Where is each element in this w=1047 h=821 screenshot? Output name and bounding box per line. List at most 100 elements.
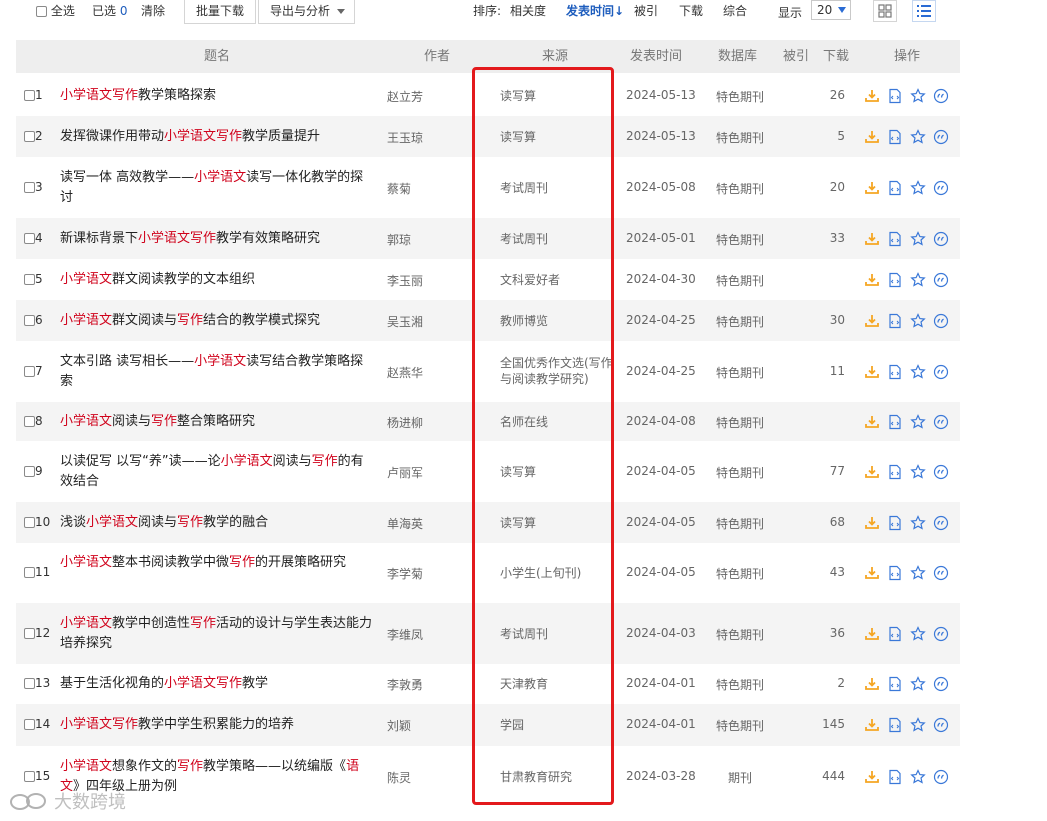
cite-quote-icon[interactable]	[933, 129, 949, 145]
source-link[interactable]: 学园	[500, 717, 616, 733]
cite-quote-icon[interactable]	[933, 676, 949, 692]
html-read-icon[interactable]	[887, 676, 903, 692]
result-title-link[interactable]: 发挥微课作用带动小学语文写作教学质量提升	[60, 127, 375, 147]
author-link[interactable]: 李敦勇	[387, 676, 423, 693]
star-favorite-icon[interactable]	[910, 87, 926, 104]
result-title-link[interactable]: 浅谈小学语文阅读与写作教学的融合	[60, 513, 375, 533]
row-checkbox[interactable]	[24, 678, 35, 689]
html-read-icon[interactable]	[887, 88, 903, 104]
download-icon[interactable]	[864, 313, 880, 329]
star-favorite-icon[interactable]	[910, 768, 926, 785]
download-icon[interactable]	[864, 464, 880, 480]
result-title-link[interactable]: 小学语文群文阅读教学的文本组织	[60, 270, 375, 290]
sort-date[interactable]: 发表时间↓	[566, 0, 624, 24]
source-link[interactable]: 考试周刊	[500, 231, 616, 247]
page-size-select[interactable]: 20	[811, 0, 851, 20]
download-icon[interactable]	[864, 769, 880, 785]
row-number[interactable]: 10	[24, 515, 50, 529]
download-icon[interactable]	[864, 88, 880, 104]
author-link[interactable]: 李玉丽	[387, 272, 423, 289]
result-title-link[interactable]: 小学语文写作教学中学生积累能力的培养	[60, 715, 375, 735]
col-date[interactable]: 发表时间	[630, 40, 682, 73]
star-favorite-icon[interactable]	[910, 565, 926, 581]
col-cited[interactable]: 被引	[783, 40, 809, 73]
star-favorite-icon[interactable]	[910, 717, 926, 733]
author-link[interactable]: 赵立芳	[387, 88, 423, 105]
row-number[interactable]: 9	[24, 464, 43, 478]
cite-quote-icon[interactable]	[933, 364, 949, 380]
star-favorite-icon[interactable]	[910, 625, 926, 642]
cite-quote-icon[interactable]	[933, 272, 949, 288]
result-title-link[interactable]: 小学语文阅读与写作整合策略研究	[60, 412, 375, 432]
author-link[interactable]: 李维凤	[387, 626, 423, 643]
result-title-link[interactable]: 以读促写 以写“养”读——论小学语文阅读与写作的有效结合	[60, 452, 375, 492]
html-read-icon[interactable]	[887, 515, 903, 531]
cite-quote-icon[interactable]	[933, 180, 949, 196]
html-read-icon[interactable]	[887, 180, 903, 196]
result-title-link[interactable]: 小学语文整本书阅读教学中微写作的开展策略研究	[60, 553, 375, 573]
row-number[interactable]: 6	[24, 313, 43, 327]
row-checkbox[interactable]	[24, 232, 35, 244]
html-read-icon[interactable]	[887, 717, 903, 733]
cite-quote-icon[interactable]	[933, 414, 949, 430]
row-checkbox[interactable]	[24, 627, 35, 639]
row-checkbox[interactable]	[24, 567, 35, 578]
row-checkbox[interactable]	[24, 770, 35, 782]
cite-quote-icon[interactable]	[933, 231, 949, 247]
html-read-icon[interactable]	[887, 626, 903, 642]
source-link[interactable]: 天津教育	[500, 676, 616, 692]
cite-quote-icon[interactable]	[933, 769, 949, 785]
result-title-link[interactable]: 小学语文群文阅读与写作结合的教学模式探究	[60, 311, 375, 331]
author-link[interactable]: 卢丽军	[387, 464, 423, 481]
row-checkbox[interactable]	[24, 89, 35, 101]
download-icon[interactable]	[864, 515, 880, 531]
row-number[interactable]: 3	[24, 180, 43, 194]
row-number[interactable]: 12	[24, 626, 50, 640]
row-number[interactable]: 2	[24, 129, 43, 143]
html-read-icon[interactable]	[887, 313, 903, 329]
clear-link[interactable]: 清除	[141, 0, 165, 24]
sort-relevance[interactable]: 相关度	[510, 0, 546, 24]
source-link[interactable]: 小学生(上旬刊)	[500, 565, 616, 581]
source-link[interactable]: 考试周刊	[500, 626, 616, 642]
result-title-link[interactable]: 读写一体 高效教学——小学语文读写一体化教学的探讨	[60, 168, 375, 208]
download-icon[interactable]	[864, 180, 880, 196]
html-read-icon[interactable]	[887, 129, 903, 145]
cite-quote-icon[interactable]	[933, 565, 949, 581]
cite-quote-icon[interactable]	[933, 717, 949, 733]
author-link[interactable]: 吴玉湘	[387, 313, 423, 330]
row-number[interactable]: 5	[24, 272, 43, 286]
row-checkbox[interactable]	[24, 314, 35, 326]
export-analysis-button[interactable]: 导出与分析	[258, 0, 356, 24]
source-link[interactable]: 读写算	[500, 464, 616, 480]
result-title-link[interactable]: 小学语文写作教学策略探索	[60, 86, 375, 106]
row-checkbox[interactable]	[24, 181, 35, 193]
row-number[interactable]: 4	[24, 231, 43, 245]
star-favorite-icon[interactable]	[910, 128, 926, 145]
batch-download-button[interactable]: 批量下载	[184, 0, 257, 24]
row-number[interactable]: 7	[24, 364, 43, 378]
list-view-button[interactable]	[912, 0, 936, 22]
star-favorite-icon[interactable]	[910, 230, 926, 247]
html-read-icon[interactable]	[887, 769, 903, 785]
sort-cited[interactable]: 被引	[634, 0, 658, 24]
author-link[interactable]: 李学菊	[387, 565, 423, 582]
download-icon[interactable]	[864, 129, 880, 145]
download-icon[interactable]	[864, 565, 880, 581]
row-number[interactable]: 1	[24, 88, 43, 102]
row-checkbox[interactable]	[24, 465, 35, 477]
row-checkbox[interactable]	[24, 415, 35, 427]
html-read-icon[interactable]	[887, 464, 903, 480]
star-favorite-icon[interactable]	[910, 514, 926, 531]
star-favorite-icon[interactable]	[910, 413, 926, 430]
source-link[interactable]: 考试周刊	[500, 180, 616, 196]
row-checkbox[interactable]	[24, 719, 35, 730]
sort-combined[interactable]: 综合	[723, 0, 747, 24]
grid-view-button[interactable]	[873, 0, 897, 22]
cite-quote-icon[interactable]	[933, 88, 949, 104]
star-favorite-icon[interactable]	[910, 271, 926, 288]
col-title[interactable]: 题名	[204, 40, 230, 73]
sort-download[interactable]: 下载	[679, 0, 703, 24]
cite-quote-icon[interactable]	[933, 313, 949, 329]
row-checkbox[interactable]	[24, 365, 35, 377]
